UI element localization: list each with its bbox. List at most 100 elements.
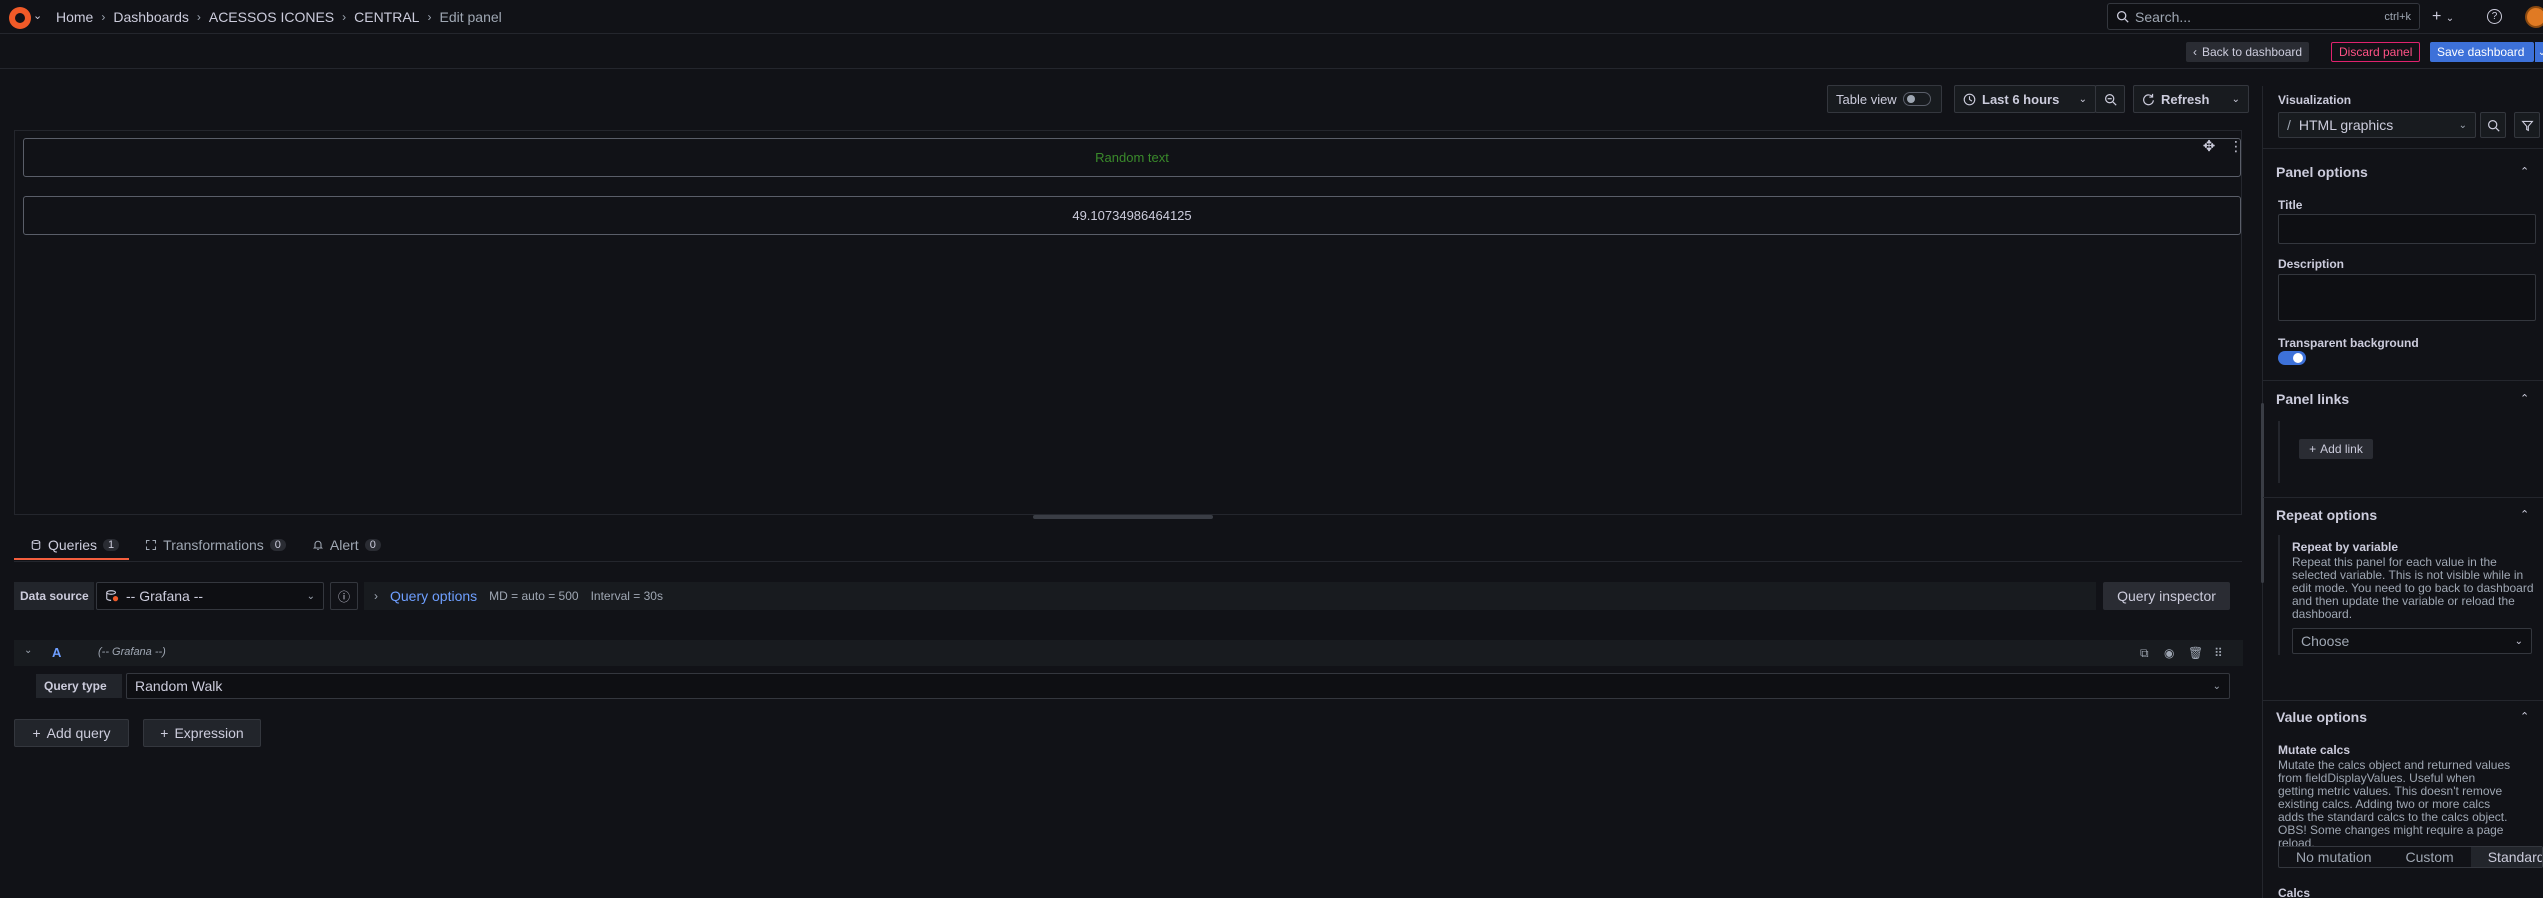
add-query-button[interactable]: + Add query bbox=[14, 719, 129, 747]
query-datasource-name: (-- Grafana --) bbox=[98, 646, 166, 658]
table-view-toggle[interactable]: Table view bbox=[1827, 85, 1942, 113]
edit-panel-action-bar bbox=[0, 35, 2543, 69]
calcs-label: Calcs bbox=[2278, 886, 2311, 898]
data-source-help-icon[interactable]: ⓘ bbox=[330, 582, 358, 610]
help-icon[interactable]: ? bbox=[2487, 9, 2502, 24]
chevron-down-icon[interactable]: ⌄ bbox=[33, 9, 42, 22]
query-ref-id[interactable]: A bbox=[52, 645, 61, 660]
add-expression-button[interactable]: + Expression bbox=[143, 719, 261, 747]
divider bbox=[2263, 700, 2543, 701]
tabs-divider bbox=[14, 561, 2242, 562]
divider bbox=[2263, 497, 2543, 498]
zoom-out-button[interactable] bbox=[2095, 85, 2125, 113]
trash-icon[interactable]: 🗑 bbox=[2188, 646, 2203, 660]
data-source-label: Data source bbox=[14, 582, 94, 610]
panel-links-header[interactable]: Panel links bbox=[2276, 391, 2349, 407]
arrow-left-icon: ‹ bbox=[2193, 45, 2197, 59]
mutate-calcs-radio-group: No mutation Custom Standard calcs bbox=[2278, 846, 2543, 868]
scrollbar[interactable] bbox=[2261, 403, 2264, 583]
chevron-down-icon[interactable]: ⌄ bbox=[2535, 42, 2543, 62]
tab-transformations[interactable]: Transformations 0 bbox=[129, 530, 296, 560]
mutate-calcs-label: Mutate calcs bbox=[2278, 743, 2351, 757]
panel-options-header[interactable]: Panel options bbox=[2276, 164, 2368, 180]
add-link-button[interactable]: + Add link bbox=[2299, 439, 2373, 459]
query-inspector-button[interactable]: Query inspector bbox=[2103, 582, 2230, 610]
breadcrumb-home[interactable]: Home bbox=[56, 9, 93, 25]
random-text: Random text bbox=[1095, 150, 1169, 165]
repeat-variable-select[interactable]: Choose ⌄ bbox=[2292, 628, 2532, 654]
search-input[interactable]: Search... ctrl+k bbox=[2107, 3, 2420, 30]
search-shortcut: ctrl+k bbox=[2384, 10, 2411, 23]
database-icon bbox=[31, 539, 41, 551]
panel-menu-icon[interactable]: ⋮ bbox=[2229, 136, 2243, 156]
filter-icon[interactable] bbox=[2514, 112, 2540, 138]
refresh-button[interactable]: Refresh ⌄ bbox=[2133, 85, 2249, 113]
chevron-down-icon: ⌄ bbox=[2212, 680, 2221, 692]
chevron-up-icon[interactable]: ⌃ bbox=[2520, 392, 2529, 405]
mutate-option-no-mutation[interactable]: No mutation bbox=[2279, 847, 2388, 867]
repeat-options-header[interactable]: Repeat options bbox=[2276, 507, 2377, 523]
section-indent-line bbox=[2278, 535, 2280, 655]
value-text: 49.10734986464125 bbox=[1072, 208, 1192, 223]
mutate-option-custom[interactable]: Custom bbox=[2388, 847, 2470, 867]
repeat-select-placeholder: Choose bbox=[2301, 633, 2350, 649]
description-textarea[interactable] bbox=[2278, 274, 2536, 321]
value-options-header[interactable]: Value options bbox=[2276, 709, 2367, 725]
new-menu-button[interactable]: + ⌄ bbox=[2432, 8, 2454, 26]
add-query-label: Add query bbox=[46, 725, 111, 741]
chevron-up-icon[interactable]: ⌃ bbox=[2520, 710, 2529, 723]
chevron-down-icon: ⌄ bbox=[2078, 93, 2087, 105]
breadcrumb-folder[interactable]: ACESSOS ICONES bbox=[209, 9, 334, 25]
search-icon[interactable] bbox=[2480, 112, 2506, 138]
time-range-picker[interactable]: Last 6 hours ⌄ bbox=[1954, 85, 2096, 113]
tab-count: 1 bbox=[103, 539, 120, 551]
back-to-dashboard-button[interactable]: ‹ Back to dashboard bbox=[2186, 42, 2310, 62]
query-row-header bbox=[14, 640, 2243, 666]
tab-queries[interactable]: Queries 1 bbox=[14, 530, 130, 560]
visualization-picker[interactable]: / HTML graphics ⌄ bbox=[2278, 112, 2476, 138]
interval-value: Interval = 30s bbox=[590, 589, 663, 603]
html-value-box: 49.10734986464125 bbox=[23, 196, 2241, 235]
section-indent-line bbox=[2278, 421, 2280, 483]
query-type-label: Query type bbox=[36, 674, 122, 698]
breadcrumb: Home › Dashboards › ACESSOS ICONES › CEN… bbox=[56, 9, 502, 25]
zoom-out-icon bbox=[2104, 93, 2117, 106]
discard-panel-button[interactable]: Discard panel bbox=[2331, 42, 2421, 62]
breadcrumb-dashboard[interactable]: CENTRAL bbox=[354, 9, 419, 25]
grafana-datasource-icon bbox=[106, 590, 119, 602]
tab-alert[interactable]: Alert 0 bbox=[296, 530, 391, 560]
table-view-label: Table view bbox=[1836, 91, 1897, 107]
back-to-dashboard-label: Back to dashboard bbox=[2202, 45, 2303, 59]
query-type-select[interactable]: Random Walk ⌄ bbox=[126, 673, 2230, 699]
save-dashboard-button[interactable]: Save dashboard bbox=[2430, 42, 2534, 62]
grafana-logo-icon[interactable] bbox=[9, 7, 31, 29]
chevron-up-icon[interactable]: ⌃ bbox=[2520, 165, 2529, 178]
tab-label: Transformations bbox=[163, 537, 264, 553]
query-options-bar[interactable]: › Query options MD = auto = 500 Interval… bbox=[364, 582, 2096, 610]
tab-label: Queries bbox=[48, 537, 98, 553]
mutate-option-standard-calcs[interactable]: Standard calcs bbox=[2470, 847, 2542, 867]
query-options-label[interactable]: Query options bbox=[390, 588, 477, 604]
chevron-up-icon[interactable]: ⌃ bbox=[2520, 508, 2529, 521]
chevron-down-icon[interactable]: ⌄ bbox=[2232, 94, 2240, 105]
title-input[interactable] bbox=[2278, 214, 2536, 244]
avatar[interactable] bbox=[2525, 6, 2543, 28]
eye-icon[interactable]: ◉ bbox=[2164, 646, 2174, 660]
visualization-label: Visualization bbox=[2278, 93, 2352, 107]
breadcrumb-dashboards[interactable]: Dashboards bbox=[113, 9, 189, 25]
chevron-right-icon: › bbox=[196, 10, 201, 24]
pane-resize-handle[interactable] bbox=[1033, 515, 1213, 519]
plus-icon: + bbox=[2309, 442, 2317, 456]
chevron-down-icon: ⌄ bbox=[306, 590, 315, 602]
chevron-down-icon[interactable]: ⌄ bbox=[24, 645, 32, 656]
description-label: Description bbox=[2278, 257, 2345, 271]
data-source-select[interactable]: -- Grafana -- ⌄ bbox=[96, 582, 324, 610]
duplicate-query-icon[interactable]: ⧉ bbox=[2140, 646, 2149, 661]
move-icon[interactable]: ✥ bbox=[2199, 136, 2219, 156]
chevron-down-icon: ⌄ bbox=[2514, 635, 2523, 647]
add-link-label: Add link bbox=[2320, 442, 2363, 456]
chevron-right-icon: › bbox=[427, 10, 432, 24]
toggle-switch[interactable] bbox=[1902, 92, 1931, 106]
transparent-background-toggle[interactable] bbox=[2278, 351, 2306, 365]
drag-handle-icon[interactable]: ⠿ bbox=[2214, 646, 2223, 660]
